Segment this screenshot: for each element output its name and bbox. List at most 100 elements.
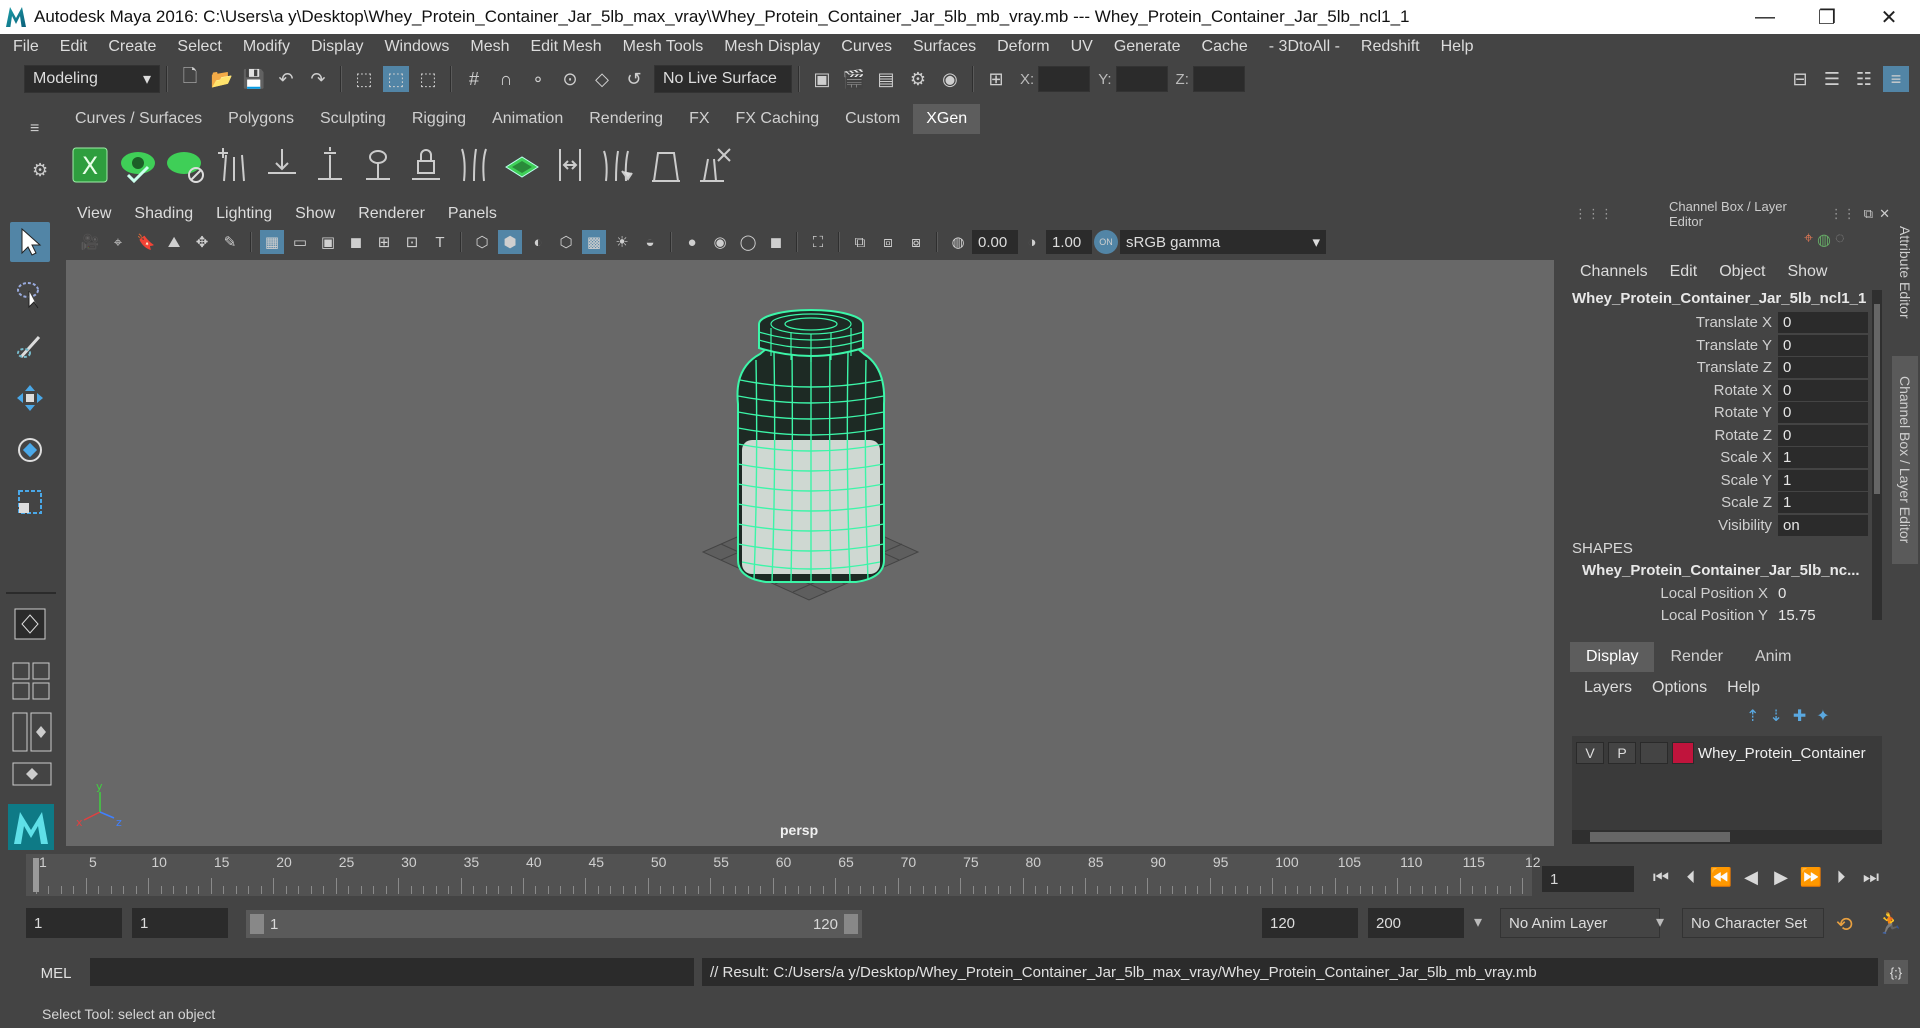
tab-fx-caching[interactable]: FX Caching (723, 104, 833, 134)
camera-attributes-icon[interactable]: ⌖ (106, 230, 130, 254)
menu-uv[interactable]: UV (1058, 38, 1101, 56)
wireframe-icon[interactable]: ⬡ (470, 230, 494, 254)
use-all-lights-icon[interactable]: ☀ (610, 230, 634, 254)
layer-name[interactable]: Whey_Protein_Container (1698, 745, 1866, 762)
menu-cache[interactable]: Cache (1189, 38, 1256, 56)
new-layer-selected-icon[interactable]: ✦ (1816, 706, 1829, 726)
anim-layer-dropdown[interactable]: No Anim Layer (1500, 908, 1660, 938)
menu-generate[interactable]: Generate (1101, 38, 1189, 56)
select-tool-icon[interactable] (10, 222, 50, 262)
undo-icon[interactable]: ↶ (273, 66, 299, 92)
modeling-toolkit-icon[interactable]: ⊟ (1787, 66, 1813, 92)
attr-scale-y[interactable]: Scale Y1 (1572, 469, 1868, 491)
select-hierarchy-icon[interactable]: ⬚ (351, 66, 377, 92)
play-backwards-icon[interactable]: ◀ (1736, 862, 1766, 892)
attr-translate-z[interactable]: Translate Z0 (1572, 356, 1868, 378)
camera-select-icon[interactable]: 🎥 (78, 230, 102, 254)
float-panel-icon[interactable]: ⧉ (1864, 206, 1873, 222)
menu-mesh-tools[interactable]: Mesh Tools (610, 38, 712, 56)
open-scene-icon[interactable]: 📂 (209, 66, 235, 92)
menu-help[interactable]: Help (1428, 38, 1482, 56)
xray-icon[interactable]: ⧉ (848, 230, 872, 254)
attr-translate-x[interactable]: Translate X0 (1572, 311, 1868, 333)
tab-render-layers[interactable]: Render (1654, 642, 1738, 672)
scale-tool-icon[interactable] (10, 482, 50, 522)
viewport-menu-view[interactable]: View (64, 205, 121, 223)
safe-title-icon[interactable]: T (428, 230, 452, 254)
start-time-field[interactable]: 1 (26, 908, 122, 938)
redo-icon[interactable]: ↷ (305, 66, 331, 92)
transform-input-icon[interactable]: ⊞ (983, 66, 1009, 92)
attr-scale-x[interactable]: Scale X1 (1572, 446, 1868, 468)
layer-type-toggle[interactable] (1640, 742, 1668, 764)
tool-settings-toggle-icon[interactable]: ☷ (1851, 66, 1877, 92)
attr-rotate-y[interactable]: Rotate Y0 (1572, 401, 1868, 423)
go-to-start-icon[interactable]: ⏮ (1646, 862, 1676, 892)
render-view-icon[interactable]: ▣ (809, 66, 835, 92)
bookmark-icon[interactable]: 🔖 (134, 230, 158, 254)
xgen-sculpt-guides-icon[interactable] (498, 141, 546, 189)
attr-rotate-z[interactable]: Rotate Z0 (1572, 424, 1868, 446)
menu-3dtoall[interactable]: - 3DtoAll - (1256, 38, 1348, 56)
play-forwards-icon[interactable]: ▶ (1766, 862, 1796, 892)
menu-curves[interactable]: Curves (828, 38, 900, 56)
film-gate-icon[interactable]: ▭ (288, 230, 312, 254)
save-scene-icon[interactable]: 💾 (241, 66, 267, 92)
make-live-icon[interactable]: ↺ (621, 66, 647, 92)
character-set-dropdown[interactable]: No Character Set (1682, 908, 1824, 938)
depth-of-field-icon[interactable]: ◼ (764, 230, 788, 254)
move-layer-down-icon[interactable]: ⇣ (1769, 706, 1782, 726)
animation-preferences-icon[interactable]: 🏃 (1876, 910, 1903, 936)
layer-color-swatch[interactable] (1672, 742, 1694, 764)
lasso-tool-icon[interactable] (10, 274, 50, 314)
attr-translate-y[interactable]: Translate Y0 (1572, 334, 1868, 356)
z-input[interactable] (1192, 66, 1245, 92)
menu-display[interactable]: Display (298, 38, 371, 56)
chevron-down-icon[interactable]: ▾ (1474, 912, 1482, 932)
xgen-rebuild-guides-icon[interactable] (450, 141, 498, 189)
render-frame-icon[interactable]: 🎬 (841, 66, 867, 92)
minimize-button[interactable]: — (1734, 0, 1796, 34)
tab-custom[interactable]: Custom (832, 104, 913, 134)
menu-file[interactable]: File (0, 38, 47, 56)
new-empty-layer-icon[interactable]: ✚ (1793, 706, 1806, 726)
snap-grid-icon[interactable]: # (461, 66, 487, 92)
command-input[interactable] (90, 958, 694, 986)
y-input[interactable] (1115, 66, 1168, 92)
graph-layout-icon[interactable] (12, 762, 52, 791)
tab-animation[interactable]: Animation (479, 104, 576, 134)
textured-icon[interactable]: ▩ (582, 230, 606, 254)
snap-point-icon[interactable]: ∘ (525, 66, 551, 92)
rotate-tool-icon[interactable] (10, 430, 50, 470)
exposure-icon[interactable]: ◍ (946, 230, 970, 254)
tab-polygons[interactable]: Polygons (215, 104, 307, 134)
channel-box-tab[interactable]: Channel Box / Layer Editor (1892, 356, 1918, 564)
xgen-select-guides-icon[interactable] (306, 141, 354, 189)
hypershade-icon[interactable]: ◉ (937, 66, 963, 92)
attribute-editor-toggle-icon[interactable]: ☰ (1819, 66, 1845, 92)
tab-fx[interactable]: FX (676, 104, 722, 134)
menu-surfaces[interactable]: Surfaces (900, 38, 984, 56)
menu-mesh[interactable]: Mesh (457, 38, 517, 56)
gamma-field[interactable]: 1.00 (1046, 230, 1092, 254)
layer-list-hscrollbar[interactable] (1572, 830, 1882, 844)
drag-handle-icon[interactable]: ⋮⋮ (1830, 206, 1856, 222)
current-frame-field[interactable]: 1 (1542, 866, 1634, 892)
exposure-field[interactable]: 0.00 (972, 230, 1018, 254)
range-end-handle[interactable] (844, 914, 858, 934)
tab-curves-surfaces[interactable]: Curves / Surfaces (62, 104, 215, 134)
channel-box-scrollbar[interactable] (1872, 290, 1882, 620)
snap-surface-icon[interactable]: ◇ (589, 66, 615, 92)
grease-pencil-icon[interactable]: ✎ (218, 230, 242, 254)
gamma-icon[interactable]: ◑ (1020, 230, 1044, 254)
screen-space-ao-icon[interactable]: ● (680, 230, 704, 254)
channel-menu-edit[interactable]: Edit (1656, 263, 1706, 281)
drag-handle-icon[interactable]: ⋮⋮⋮ (1574, 206, 1613, 222)
new-scene-icon[interactable]: 🗋 (177, 66, 203, 92)
ipr-render-icon[interactable]: ▤ (873, 66, 899, 92)
whey-protein-jar-mesh[interactable] (736, 309, 886, 583)
motion-blur-icon[interactable]: ◉ (708, 230, 732, 254)
xgen-normalize-guides-icon[interactable] (546, 141, 594, 189)
viewport-menu-panels[interactable]: Panels (435, 205, 507, 223)
channel-menu-channels[interactable]: Channels (1566, 263, 1656, 281)
